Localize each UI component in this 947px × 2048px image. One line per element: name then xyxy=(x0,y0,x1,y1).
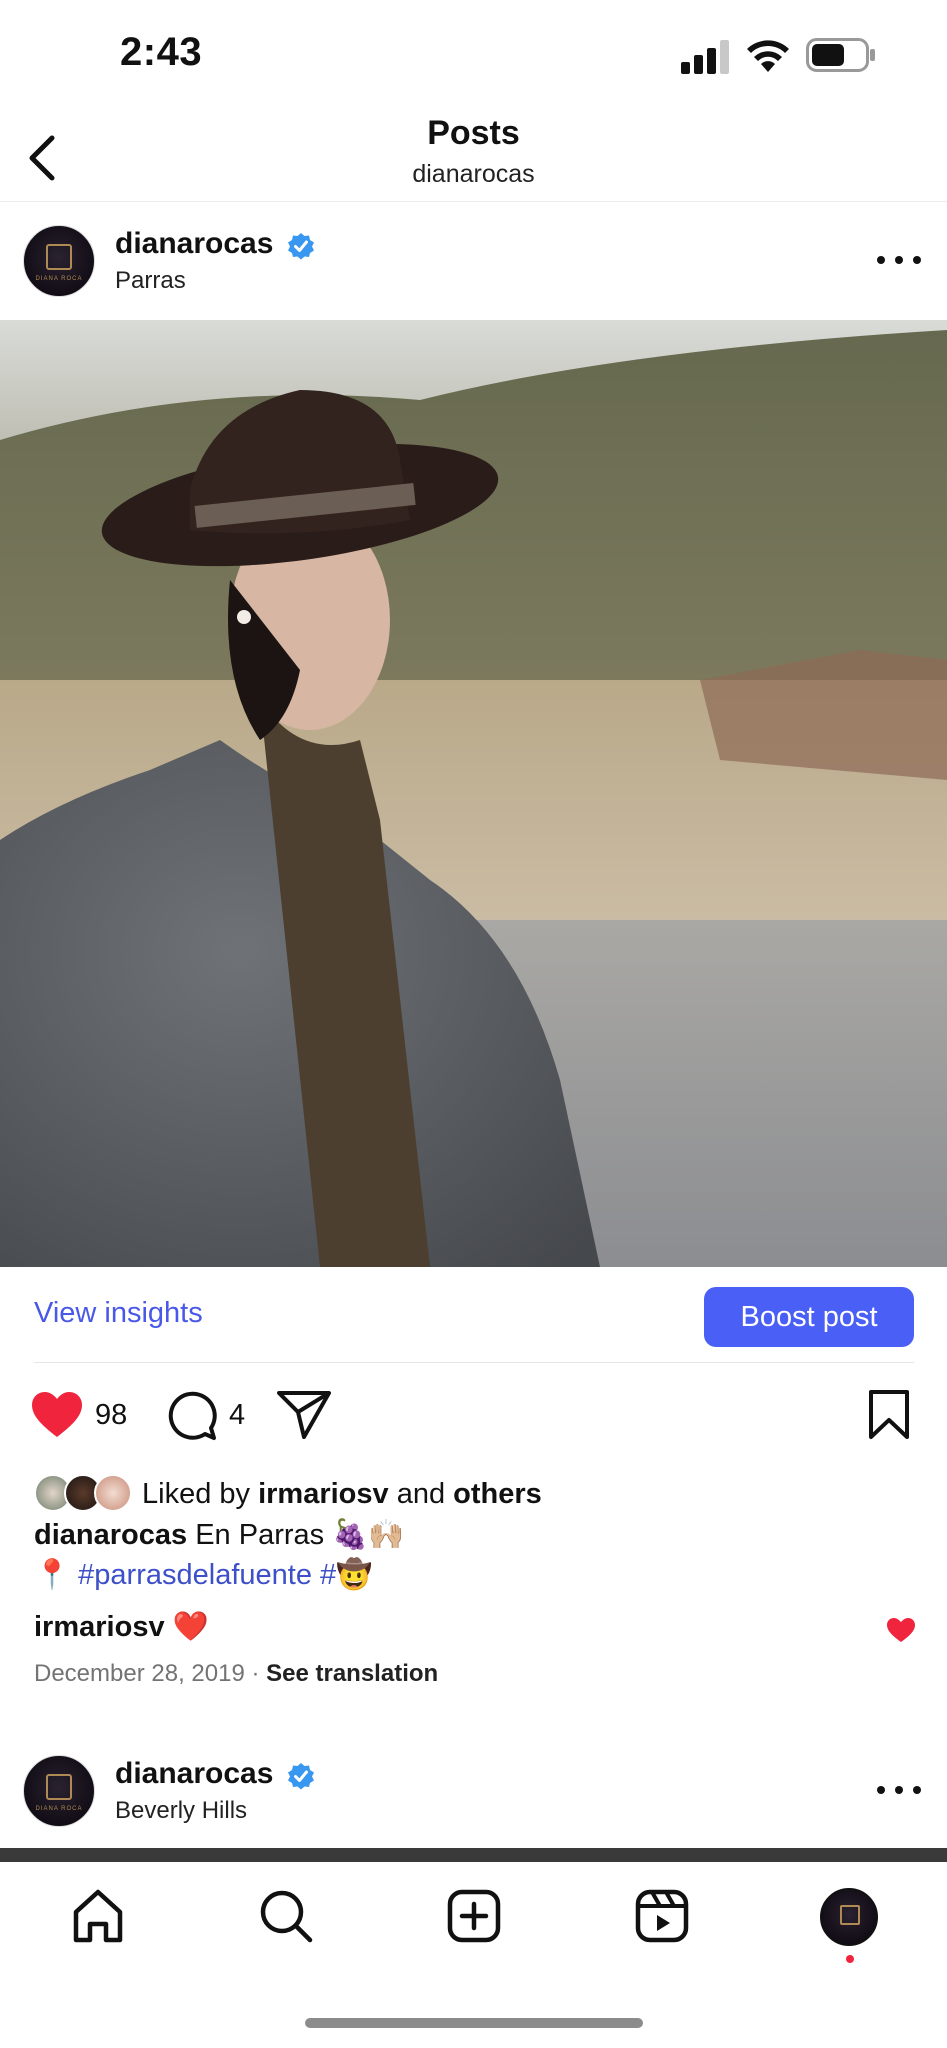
liked-by-others[interactable]: others xyxy=(453,1478,542,1510)
page-subtitle: dianarocas xyxy=(412,160,535,188)
caption: dianarocas En Parras 🍇🙌🏼 xyxy=(34,1518,404,1552)
wifi-icon xyxy=(747,40,789,72)
view-insights-link[interactable]: View insights xyxy=(34,1297,203,1330)
post-date: December 28, 2019 xyxy=(34,1660,245,1687)
hashtag-link[interactable]: #parrasdelafuente xyxy=(78,1559,312,1591)
cowboy-emoji: 🤠 xyxy=(336,1559,373,1591)
liked-by-row[interactable]: Liked by irmariosv and others xyxy=(34,1472,914,1516)
comment-username[interactable]: irmariosv xyxy=(34,1611,165,1643)
comment-like-heart-icon[interactable] xyxy=(886,1617,916,1643)
next-post-photo-edge xyxy=(0,1848,947,1862)
page-title: Posts xyxy=(427,114,520,152)
home-icon[interactable] xyxy=(68,1886,128,1946)
post-location[interactable]: Beverly Hills xyxy=(115,1797,247,1825)
post-photo[interactable] xyxy=(0,320,947,1267)
top-header: Posts dianarocas xyxy=(0,110,947,202)
share-icon[interactable] xyxy=(276,1390,332,1440)
post-meta: December 28, 2019 · See translation xyxy=(34,1660,439,1687)
home-indicator xyxy=(305,2018,643,2028)
caption-hashtags: 📍 #parrasdelafuente #🤠 xyxy=(34,1558,372,1592)
battery-icon xyxy=(806,38,875,72)
reels-icon[interactable] xyxy=(632,1886,692,1946)
comment-preview[interactable]: irmariosv ❤️ xyxy=(34,1610,209,1644)
avatar[interactable]: DIANA ROCA xyxy=(23,1755,95,1827)
verified-badge-icon xyxy=(288,233,314,260)
status-bar: 2:43 xyxy=(0,0,947,110)
hashtag-link[interactable]: # xyxy=(320,1559,336,1591)
caption-username[interactable]: dianarocas xyxy=(34,1519,187,1551)
more-options-icon[interactable] xyxy=(872,245,926,275)
comment-count[interactable]: 4 xyxy=(229,1399,245,1432)
cellular-signal-icon xyxy=(681,40,729,74)
post-username[interactable]: dianarocas xyxy=(115,1757,273,1791)
comment-icon[interactable] xyxy=(165,1390,217,1442)
liker-avatar xyxy=(94,1474,132,1512)
profile-tab-avatar[interactable] xyxy=(820,1888,878,1946)
bookmark-icon[interactable] xyxy=(867,1389,911,1441)
status-time: 2:43 xyxy=(120,30,203,74)
search-icon[interactable] xyxy=(256,1886,316,1946)
boost-post-button[interactable]: Boost post xyxy=(704,1287,914,1347)
pin-emoji: 📍 xyxy=(34,1559,71,1591)
see-translation-link[interactable]: See translation xyxy=(266,1660,438,1687)
verified-badge-icon xyxy=(288,1763,314,1790)
post-username[interactable]: dianarocas xyxy=(115,227,273,261)
post-location[interactable]: Parras xyxy=(115,267,186,295)
divider xyxy=(34,1362,914,1363)
caption-text: En Parras 🍇🙌🏼 xyxy=(187,1519,405,1551)
avatar[interactable]: DIANA ROCA xyxy=(23,225,95,297)
notification-dot xyxy=(846,1955,854,1963)
create-post-icon[interactable] xyxy=(444,1886,504,1946)
post-actions: 98 4 xyxy=(0,1385,947,1445)
comment-text: ❤️ xyxy=(164,1611,209,1643)
post-header: DIANA ROCA dianarocas Parras xyxy=(0,205,947,317)
liked-by-user[interactable]: irmariosv xyxy=(258,1478,389,1510)
insights-row: View insights Boost post xyxy=(0,1267,947,1363)
next-post-header: DIANA ROCA dianarocas Beverly Hills xyxy=(0,1735,947,1847)
heart-icon[interactable] xyxy=(30,1390,84,1440)
more-options-icon[interactable] xyxy=(872,1775,926,1805)
liked-by-text: Liked by irmariosv and others xyxy=(142,1478,542,1510)
like-count[interactable]: 98 xyxy=(95,1399,127,1432)
